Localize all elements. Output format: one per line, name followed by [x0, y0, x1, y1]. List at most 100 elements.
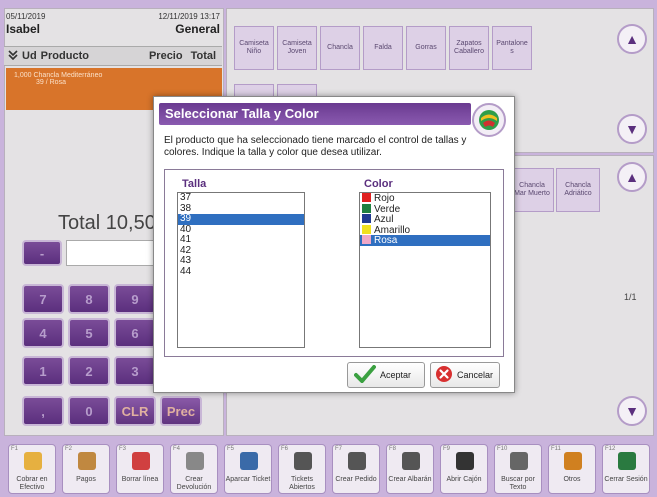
product-button[interactable]: Camiseta Joven: [277, 26, 317, 70]
key-6[interactable]: 6: [114, 318, 156, 348]
fkey-f7[interactable]: F7 Crear Pedido: [332, 444, 380, 494]
page-indicator: 1/1: [624, 292, 637, 302]
product-button[interactable]: Gorras: [406, 26, 446, 70]
chevron-up-icon: ▲: [625, 31, 639, 47]
park-ticket-icon: [240, 452, 258, 470]
ticket-header: Ud Producto Precio Total: [4, 46, 222, 66]
fkey-f5[interactable]: F5 Aparcar Ticket: [224, 444, 272, 494]
size-color-dialog: Seleccionar Talla y Color El producto qu…: [153, 96, 515, 393]
product-button[interactable]: Chancla: [320, 26, 360, 70]
delete-line-icon: [132, 452, 150, 470]
col-precio: Precio: [148, 50, 183, 62]
key-3[interactable]: 3: [114, 356, 156, 386]
accept-button[interactable]: Aceptar: [347, 362, 425, 388]
fkey-number: F5: [227, 446, 235, 452]
talla-option[interactable]: 40: [178, 224, 304, 236]
fkey-number: F10: [497, 446, 508, 452]
fkey-label: Crear Devolución: [176, 476, 212, 491]
other-icon: [564, 452, 582, 470]
color-option[interactable]: Azul: [360, 214, 490, 225]
product-button[interactable]: Zapatos Caballero: [449, 26, 489, 70]
color-option[interactable]: Rojo: [360, 193, 490, 204]
sub-scroll-up-button[interactable]: ▲: [617, 162, 647, 192]
app-logo-icon: [472, 103, 506, 137]
fkey-f9[interactable]: F9 Abrir Cajón: [440, 444, 488, 494]
color-option[interactable]: Verde: [360, 203, 490, 214]
fkey-label: Tickets Abiertos: [289, 476, 315, 491]
fkey-number: F3: [119, 446, 127, 452]
create-order-icon: [348, 452, 366, 470]
fkey-f4[interactable]: F4 Crear Devolución: [170, 444, 218, 494]
fkey-label: Cerrar Sesión: [604, 476, 648, 483]
key-7[interactable]: 7: [22, 284, 64, 314]
talla-option[interactable]: 39: [178, 213, 304, 225]
color-swatch: [362, 203, 371, 213]
fkey-f8[interactable]: F8 Crear Albarán: [386, 444, 434, 494]
fkey-label: Aparcar Ticket: [225, 476, 271, 483]
scroll-down-button[interactable]: ▼: [617, 114, 647, 144]
subproduct-button[interactable]: Chancla Adriático: [556, 168, 600, 212]
scroll-up-button[interactable]: ▲: [617, 24, 647, 54]
fkey-number: F6: [281, 446, 289, 452]
fkey-number: F8: [389, 446, 397, 452]
fkey-f1[interactable]: F1 Cobrar en Efectivo: [8, 444, 56, 494]
logout-icon: [618, 452, 636, 470]
line-detail: 39 / Rosa: [36, 79, 66, 86]
checkmark-icon: [354, 365, 376, 385]
talla-option[interactable]: 41: [178, 234, 304, 246]
product-button[interactable]: Falda: [363, 26, 403, 70]
key-prec[interactable]: Prec: [160, 396, 202, 426]
fkey-f3[interactable]: F3 Borrar línea: [116, 444, 164, 494]
talla-option[interactable]: 37: [178, 192, 304, 204]
fkey-label: Cobrar en Efectivo: [16, 476, 48, 491]
color-option[interactable]: Amarillo: [360, 224, 490, 235]
return-icon: [186, 452, 204, 470]
fkey-f12[interactable]: F12 Cerrar Sesión: [602, 444, 650, 494]
cancel-button[interactable]: Cancelar: [430, 362, 500, 388]
talla-listbox[interactable]: 37 38 39 40 41 42 43 44: [177, 192, 305, 348]
fkey-number: F9: [443, 446, 451, 452]
color-name: Rosa: [374, 235, 398, 246]
talla-title: Talla: [182, 178, 207, 190]
key-2[interactable]: 2: [68, 356, 110, 386]
dialog-title: Seleccionar Talla y Color: [159, 103, 471, 125]
dialog-message: El producto que ha seleccionado tiene ma…: [164, 135, 467, 158]
collapse-icon[interactable]: [8, 49, 18, 63]
key-minus[interactable]: -: [22, 240, 62, 266]
key-0[interactable]: 0: [68, 396, 110, 426]
talla-option[interactable]: 38: [178, 203, 304, 215]
fkey-f11[interactable]: F11 Otros: [548, 444, 596, 494]
product-button[interactable]: Camiseta Niño: [234, 26, 274, 70]
key-4[interactable]: 4: [22, 318, 64, 348]
key-9[interactable]: 9: [114, 284, 156, 314]
user-name: Isabel: [6, 22, 41, 36]
fkey-number: F2: [65, 446, 73, 452]
open-drawer-icon: [456, 452, 474, 470]
talla-option[interactable]: 44: [178, 266, 304, 278]
fkey-f2[interactable]: F2 Pagos: [62, 444, 110, 494]
accept-label: Aceptar: [380, 370, 412, 380]
color-option[interactable]: Rosa: [360, 235, 490, 246]
product-button[interactable]: Pantalone s: [492, 26, 532, 70]
talla-option[interactable]: 42: [178, 245, 304, 257]
subproduct-button[interactable]: Chancla Mar Muerto: [510, 168, 554, 212]
date-right: 12/11/2019 13:17: [158, 12, 220, 21]
key-comma[interactable]: ,: [22, 396, 64, 426]
fkey-f10[interactable]: F10 Buscar por Texto: [494, 444, 542, 494]
talla-option[interactable]: 43: [178, 255, 304, 267]
open-tickets-icon: [294, 452, 312, 470]
sub-scroll-down-button[interactable]: ▼: [617, 396, 647, 426]
fkey-f6[interactable]: F6 Tickets Abiertos: [278, 444, 326, 494]
fkey-label: Pagos: [76, 476, 96, 483]
fkey-number: F12: [605, 446, 616, 452]
color-swatch: [362, 235, 371, 244]
key-8[interactable]: 8: [68, 284, 110, 314]
numeric-display[interactable]: [66, 240, 156, 266]
fkey-label: Borrar línea: [121, 476, 159, 483]
key-clr[interactable]: CLR: [114, 396, 156, 426]
fkey-label: Otros: [563, 476, 581, 483]
color-listbox[interactable]: Rojo Verde Azul Amarillo Rosa: [359, 192, 491, 348]
key-5[interactable]: 5: [68, 318, 110, 348]
key-1[interactable]: 1: [22, 356, 64, 386]
chevron-down-icon: ▼: [625, 403, 639, 419]
